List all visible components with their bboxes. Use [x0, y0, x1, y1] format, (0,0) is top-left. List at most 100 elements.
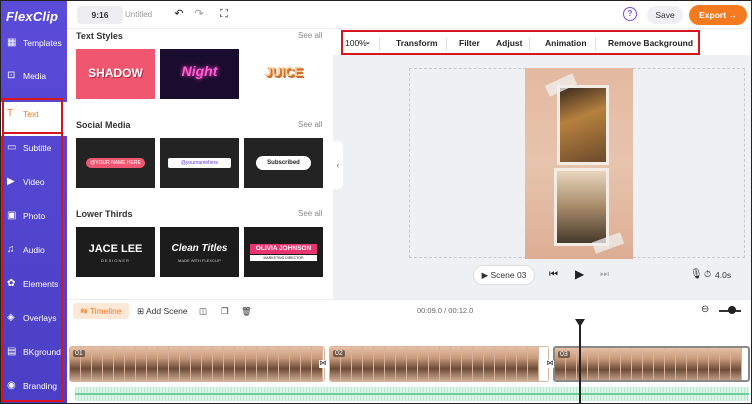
overlays-icon: ◈ [7, 312, 15, 323]
playhead[interactable] [579, 321, 581, 403]
transition-icon[interactable]: ⋈ [319, 360, 327, 368]
sidebar-item-label: Branding [23, 381, 58, 391]
clip-1[interactable]: 01 [69, 346, 325, 382]
clip-thumbnail [654, 348, 665, 380]
transform-button[interactable]: Transform [396, 38, 438, 48]
clip-thumbnail [709, 348, 720, 380]
zoom-out-icon[interactable]: ⊖ [701, 304, 709, 315]
clip-thumbnail [103, 347, 114, 381]
clip-thumbnail [451, 347, 462, 381]
save-button[interactable]: Save [647, 6, 683, 24]
social-card-tiktok[interactable]: @YOUR NAME HERE [76, 138, 155, 188]
photo-icon: ▣ [7, 210, 17, 221]
collapse-panel-icon[interactable]: ‹ [333, 141, 343, 189]
lower-third-card-olivia-johnson[interactable]: OLIVIA JOHNSON MARKETING DIRECTOR [244, 227, 323, 277]
clip-thumbnail [506, 347, 517, 381]
sidebar-item-bkground[interactable]: ▤ BKground [1, 340, 67, 374]
sidebar-item-video[interactable]: ▶ Video [1, 170, 67, 204]
social-card-subscribed[interactable]: Subscribed [244, 138, 323, 188]
project-title[interactable]: Untitled [125, 10, 152, 19]
clip-thumbnail [687, 348, 698, 380]
scene-duration[interactable]: 4.0s [715, 270, 731, 280]
templates-icon: ▦ [7, 37, 17, 48]
see-all-link-text-styles[interactable]: See all [298, 31, 322, 40]
clip-thumbnail [429, 347, 440, 381]
sidebar-item-templates[interactable]: ▦ Templates [1, 31, 67, 65]
clip-thumbnail [632, 348, 643, 380]
preview-photo-bottom[interactable] [554, 168, 609, 246]
previous-icon[interactable]: ⏮ [549, 269, 558, 280]
redo-icon[interactable]: ↷ [193, 8, 205, 20]
sidebar-item-label: BKground [23, 347, 61, 357]
next-icon[interactable]: ⏭ [600, 269, 609, 280]
lower-third-card-clean-titles[interactable]: Clean Titles MADE WITH FLEXCLIP [160, 227, 239, 277]
media-icon: ⊡ [7, 70, 16, 81]
clip-3[interactable]: 03 [553, 346, 750, 382]
lower-third-card-jace-lee[interactable]: JACE LEE DESIGNER [76, 227, 155, 277]
transition-icon[interactable]: ⋈ [546, 360, 554, 368]
elements-icon: ✿ [7, 278, 16, 289]
clip-thumbnail [517, 347, 528, 381]
see-all-link-social-media[interactable]: See all [298, 120, 322, 129]
preview-photo-top[interactable] [557, 85, 609, 165]
sidebar-item-overlays[interactable]: ◈ Overlays [1, 306, 67, 340]
text-style-card-juice[interactable]: JUICE [244, 49, 323, 99]
timeline-tab[interactable]: ⇆ Timeline [73, 303, 129, 319]
chevron-down-icon[interactable]: ⌄ [365, 38, 371, 46]
clip-thumbnail [473, 347, 484, 381]
see-all-link-lower-thirds[interactable]: See all [298, 209, 322, 218]
add-scene-button[interactable]: ⊞ Add Scene [137, 303, 188, 319]
audio-icon: ♫ [7, 244, 15, 255]
help-icon[interactable]: ? [623, 7, 637, 21]
sidebar-item-label: Overlays [23, 313, 57, 323]
clip-thumbnail [268, 347, 279, 381]
export-button[interactable]: Export → [689, 5, 747, 25]
sidebar-item-photo[interactable]: ▣ Photo [1, 204, 67, 238]
sidebar-item-subtitle[interactable]: ▭ Subtitle [1, 136, 67, 170]
zoom-slider-handle[interactable] [728, 306, 736, 314]
sidebar-item-label: Audio [23, 245, 45, 255]
split-icon[interactable]: ◫ [199, 303, 207, 319]
social-card-instagram[interactable]: @yournamehere [160, 138, 239, 188]
fullscreen-icon[interactable]: ⛶ [218, 8, 230, 20]
clip-thumbnail [92, 347, 103, 381]
sidebar-item-branding[interactable]: ◉ Branding [1, 374, 67, 403]
branding-icon: ◉ [7, 380, 16, 391]
sidebar-item-label: Media [23, 71, 47, 81]
remove-background-button[interactable]: Remove Background [608, 38, 693, 48]
clip-thumbnail [202, 347, 213, 381]
background-icon: ▤ [7, 346, 17, 357]
top-bar: 9:16 Untitled ↶ ↷ ⛶ ? Save Export → [67, 1, 751, 29]
text-style-card-shadow[interactable]: SHADOW [76, 49, 155, 99]
video-track: 01 02 03 [67, 346, 751, 384]
text-style-card-night[interactable]: Night [160, 49, 239, 99]
sidebar-item-label: Photo [23, 211, 46, 221]
clip-thumbnail [213, 347, 224, 381]
play-icon[interactable]: ▶ [575, 267, 584, 281]
adjust-button[interactable]: Adjust [496, 38, 522, 48]
sidebar-item-media[interactable]: ⊡ Media [1, 64, 67, 98]
delete-icon[interactable]: 🗑 [241, 303, 252, 319]
clip-thumbnail [191, 347, 202, 381]
video-icon: ▶ [7, 176, 15, 187]
scene-play-button[interactable]: ▶ Scene 03 [473, 265, 535, 285]
divider [529, 38, 530, 50]
sidebar-item-text[interactable]: T Text [1, 102, 67, 136]
clip-thumbnail [352, 347, 363, 381]
filter-button[interactable]: Filter [459, 38, 480, 48]
clip-thumbnail [665, 348, 676, 380]
clip-2[interactable]: 02 [329, 346, 549, 382]
clip-thumbnail [279, 347, 290, 381]
microphone-icon[interactable]: 🎙 [690, 269, 703, 280]
clip-thumbnail [169, 347, 180, 381]
timeline-ruler[interactable] [67, 321, 751, 345]
aspect-ratio-button[interactable]: 9:16 [77, 6, 123, 24]
undo-icon[interactable]: ↶ [173, 8, 185, 20]
animation-button[interactable]: Animation [545, 38, 587, 48]
sidebar-item-audio[interactable]: ♫ Audio [1, 238, 67, 272]
sidebar-item-elements[interactable]: ✿ Elements [1, 272, 67, 306]
text-panel: Text Styles See all SHADOW Night JUICE S… [67, 29, 333, 299]
subtitle-icon: ▭ [7, 142, 17, 153]
zoom-select[interactable]: 100% [345, 38, 367, 48]
duplicate-icon[interactable]: ❐ [221, 303, 229, 319]
